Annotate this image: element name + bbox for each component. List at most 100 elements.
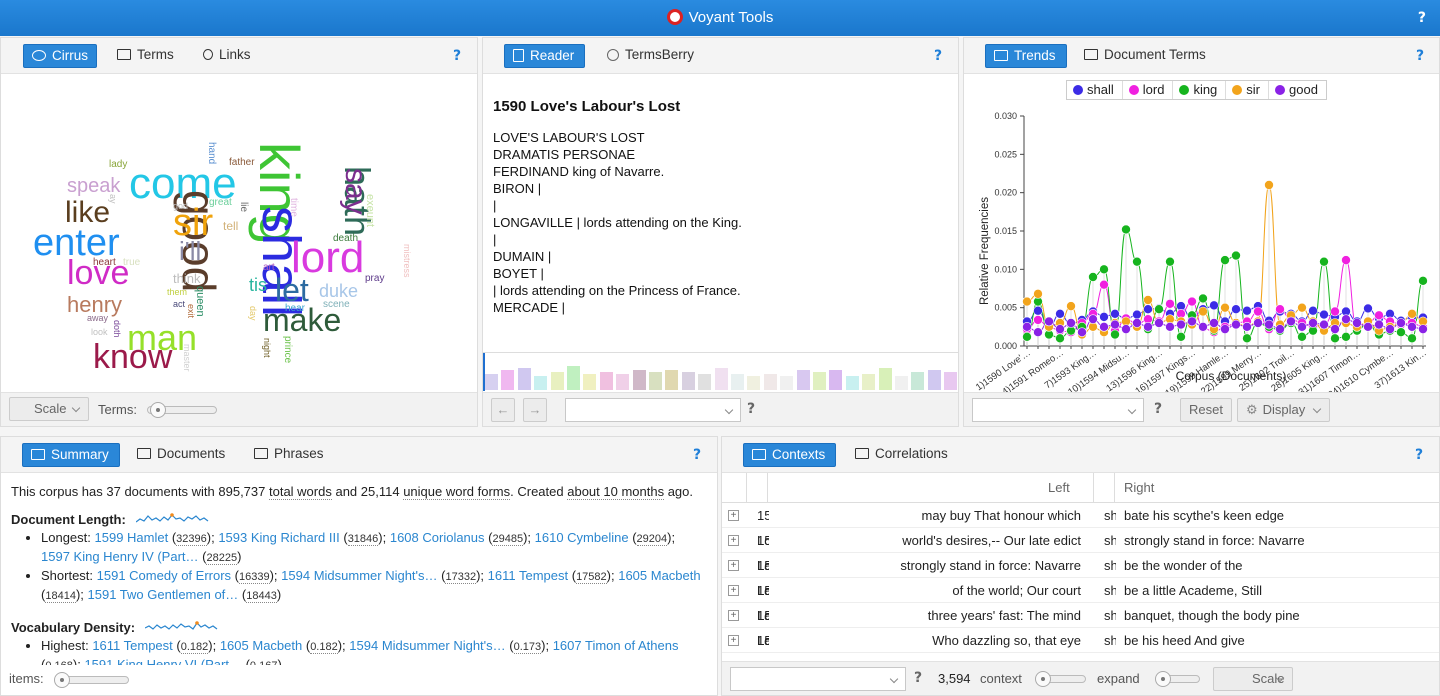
document-link[interactable]: 1605 Macbeth: [220, 638, 302, 653]
reset-button[interactable]: Reset: [1180, 398, 1232, 422]
data-point[interactable]: [1198, 293, 1208, 304]
strip-segment[interactable]: [583, 374, 597, 390]
trends-search-combo[interactable]: [972, 398, 1144, 422]
data-point[interactable]: [1055, 309, 1065, 319]
expand-row-icon[interactable]: +: [728, 635, 739, 646]
table-row[interactable]: +1590 Love's Labour's Lostmay buy That h…: [722, 503, 1439, 598]
data-point[interactable]: [1187, 296, 1197, 307]
strip-segment[interactable]: [567, 366, 580, 390]
tab-termsberry[interactable]: TermsBerry: [599, 44, 704, 68]
cloud-word[interactable]: tell: [223, 220, 238, 232]
data-point[interactable]: [1110, 309, 1120, 319]
cloud-word[interactable]: like: [65, 198, 110, 228]
cloud-word[interactable]: scene: [323, 300, 350, 310]
data-point[interactable]: [1297, 302, 1307, 313]
strip-segment[interactable]: [747, 376, 761, 390]
data-point[interactable]: [1209, 300, 1219, 311]
strip-segment[interactable]: [780, 376, 794, 390]
context-slider[interactable]: [1035, 671, 1086, 687]
data-point[interactable]: [1198, 306, 1208, 317]
data-point[interactable]: [1407, 309, 1417, 319]
data-point[interactable]: [1374, 310, 1384, 321]
contexts-help-icon[interactable]: ?: [1415, 447, 1423, 463]
cloud-word[interactable]: them: [167, 288, 187, 297]
data-point[interactable]: [1396, 327, 1406, 338]
trends-help-icon[interactable]: ?: [1416, 48, 1424, 64]
strip-segment[interactable]: [616, 374, 630, 390]
cloud-word[interactable]: doth: [112, 320, 122, 338]
document-link[interactable]: 1608 Coriolanus: [390, 530, 485, 545]
reader-help-icon[interactable]: ?: [934, 48, 942, 64]
trends-search-help-icon[interactable]: ?: [1154, 401, 1162, 417]
cloud-word[interactable]: away: [87, 314, 108, 323]
table-row[interactable]: +1590 Love's Labour's LostWho dazzling s…: [722, 628, 1439, 661]
previous-button[interactable]: ←: [491, 398, 515, 422]
data-point[interactable]: [1341, 255, 1351, 265]
cloud-word[interactable]: death: [333, 234, 358, 244]
document-link[interactable]: 1594 Midsummer Night's…: [349, 638, 505, 653]
items-slider[interactable]: [54, 672, 129, 688]
cloud-word[interactable]: know: [93, 340, 172, 374]
data-point[interactable]: [1165, 299, 1175, 309]
strip-segment[interactable]: [632, 370, 646, 390]
tab-documents[interactable]: Documents: [129, 443, 235, 467]
cloud-word[interactable]: lady: [109, 160, 127, 170]
tab-contexts[interactable]: Contexts: [743, 443, 837, 467]
data-point[interactable]: [1363, 303, 1373, 314]
summary-help-icon[interactable]: ?: [693, 447, 701, 463]
data-point[interactable]: [1088, 272, 1098, 282]
strip-segment[interactable]: [501, 370, 515, 390]
document-link[interactable]: 1611 Tempest: [488, 568, 568, 583]
data-point[interactable]: [1033, 315, 1043, 325]
expand-row-icon[interactable]: +: [728, 560, 739, 571]
search-combo[interactable]: [565, 398, 741, 422]
cloud-word[interactable]: heart: [93, 258, 116, 268]
data-point[interactable]: [1143, 295, 1153, 305]
slider-handle[interactable]: [54, 672, 70, 688]
tab-document-terms[interactable]: Document Terms: [1076, 44, 1216, 68]
strip-segment[interactable]: [813, 372, 826, 390]
table-row[interactable]: +1590 Love's Labour's Loststrongly stand…: [722, 553, 1439, 648]
data-point[interactable]: [1121, 224, 1131, 235]
data-point[interactable]: [1363, 322, 1373, 332]
cloud-word[interactable]: tis: [249, 276, 267, 294]
data-point[interactable]: [1033, 305, 1043, 316]
data-point[interactable]: [1407, 322, 1417, 332]
data-point[interactable]: [1055, 324, 1065, 334]
data-point[interactable]: [1231, 250, 1241, 261]
data-point[interactable]: [1341, 331, 1351, 342]
data-point[interactable]: [1231, 304, 1241, 314]
tab-trends[interactable]: Trends: [985, 44, 1067, 68]
strip-segment[interactable]: [599, 372, 613, 390]
strip-segment[interactable]: [534, 376, 548, 390]
data-point[interactable]: [1022, 322, 1032, 332]
expand-row-icon[interactable]: +: [728, 510, 739, 521]
display-button[interactable]: ⚙ Display: [1237, 398, 1331, 422]
document-link[interactable]: 1593 King Richard III: [218, 530, 339, 545]
data-point[interactable]: [1110, 319, 1120, 330]
tab-reader[interactable]: Reader: [504, 44, 586, 68]
strip-segment[interactable]: [796, 370, 810, 390]
table-row[interactable]: +1590 Love's Labour's Lostthree years' f…: [722, 603, 1439, 661]
expand-row-icon[interactable]: +: [728, 535, 739, 546]
data-point[interactable]: [1143, 322, 1153, 332]
slider-handle[interactable]: [1155, 671, 1171, 687]
column-left[interactable]: Left: [1048, 473, 1070, 503]
tab-summary[interactable]: Summary: [22, 443, 120, 467]
cloud-word[interactable]: god: [173, 202, 188, 211]
data-point[interactable]: [1242, 305, 1252, 316]
data-point[interactable]: [1330, 333, 1340, 344]
search-help-icon[interactable]: ?: [747, 401, 755, 417]
data-point[interactable]: [1319, 256, 1329, 267]
data-point[interactable]: [1418, 276, 1428, 286]
cloud-word[interactable]: prince: [282, 336, 293, 363]
data-point[interactable]: [1330, 306, 1340, 317]
data-point[interactable]: [1242, 322, 1252, 332]
cloud-word[interactable]: true: [123, 258, 140, 268]
strip-segment[interactable]: [829, 370, 843, 390]
tab-phrases[interactable]: Phrases: [246, 443, 334, 467]
data-point[interactable]: [1308, 318, 1318, 328]
document-link[interactable]: 1599 Hamlet: [95, 530, 169, 545]
data-point[interactable]: [1418, 324, 1428, 334]
data-point[interactable]: [1154, 304, 1164, 314]
